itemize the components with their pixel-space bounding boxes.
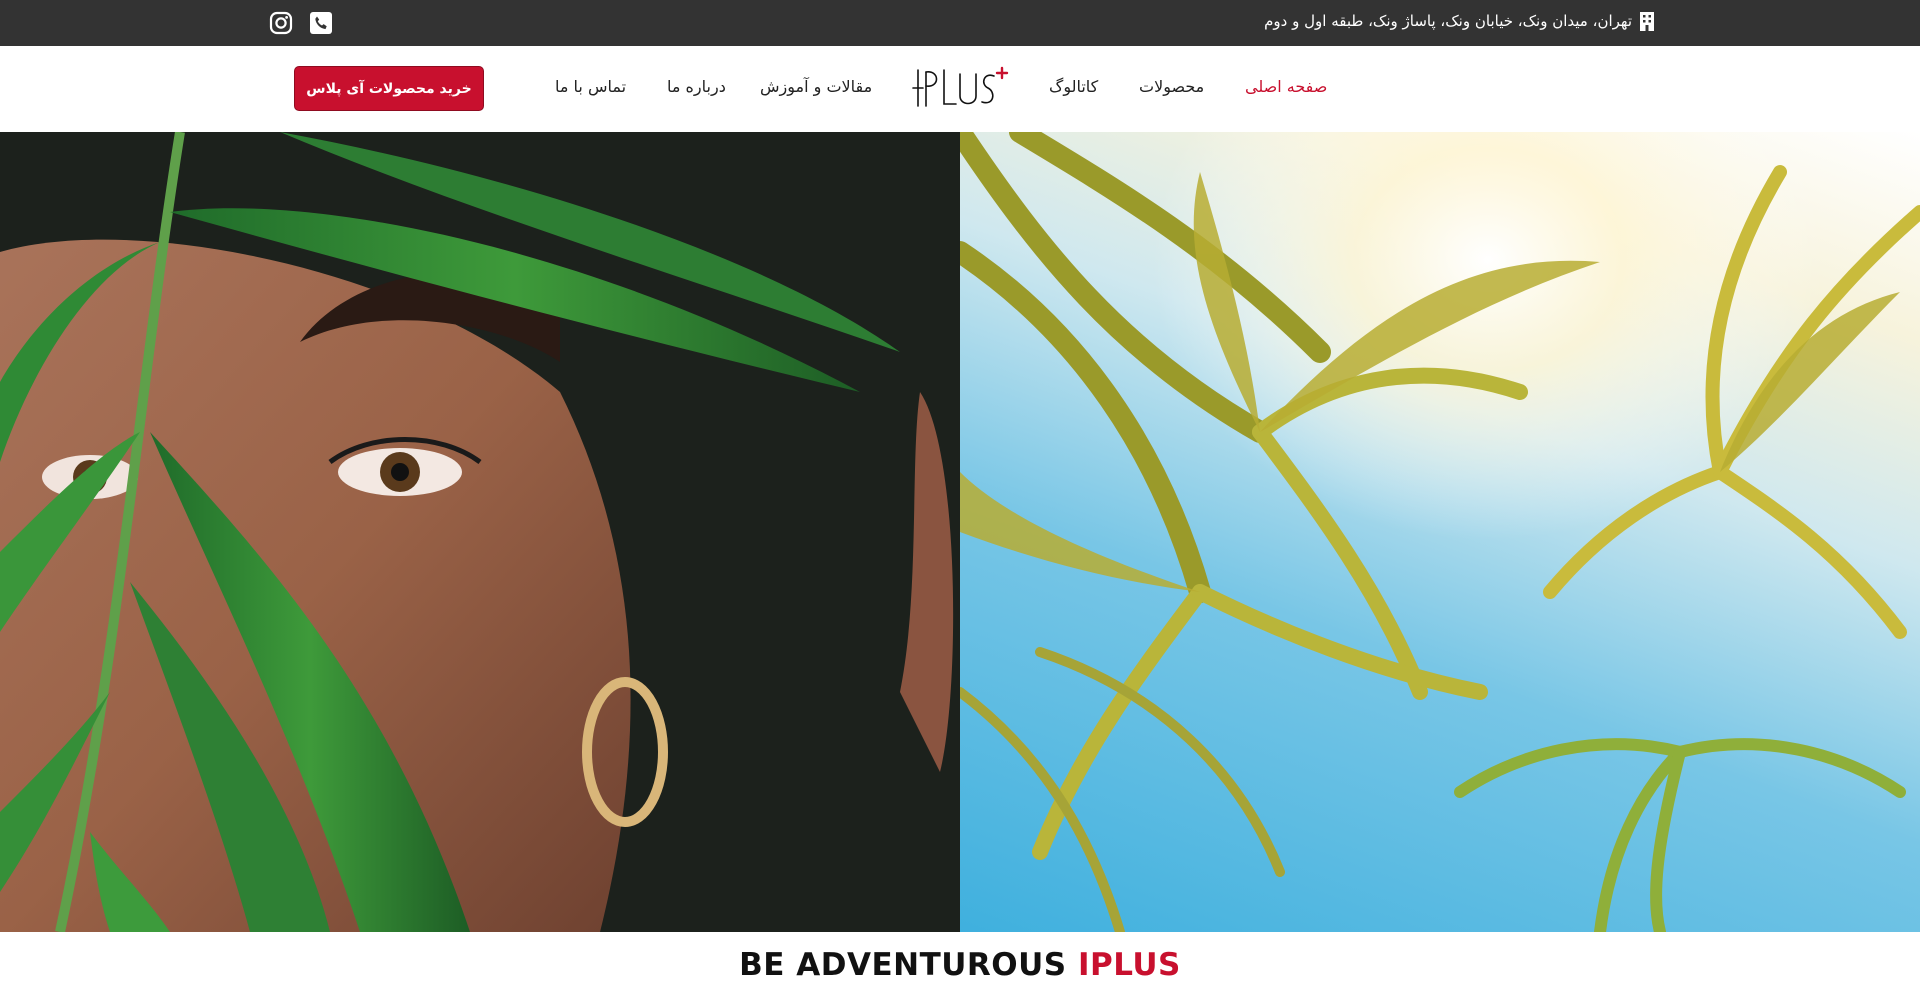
headline-brand-text: IPLUS	[1077, 947, 1181, 983]
main-navbar: خرید محصولات آی پلاس تماس با ما درباره م…	[0, 46, 1920, 132]
nav-item-products[interactable]: محصولات	[1139, 77, 1204, 96]
shop-products-button[interactable]: خرید محصولات آی پلاس	[294, 66, 484, 111]
top-info-bar: تهران، میدان ونک، خیابان ونک، پاساژ ونک،…	[0, 0, 1920, 46]
address-text: تهران، میدان ونک، خیابان ونک، پاساژ ونک،…	[1264, 12, 1632, 30]
iplus-logo[interactable]	[910, 64, 1010, 112]
nav-item-about[interactable]: درباره ما	[667, 77, 726, 96]
address-info: تهران، میدان ونک، خیابان ونک، پاساژ ونک،…	[1264, 11, 1656, 31]
headline-main-text: BE ADVENTUROUS	[739, 947, 1067, 983]
instagram-icon[interactable]	[268, 10, 294, 36]
hero-banner	[0, 132, 1920, 932]
nav-item-catalog[interactable]: کاتالوگ	[1049, 77, 1098, 96]
hero-image-woman-leaves	[0, 132, 960, 932]
social-links	[268, 10, 334, 36]
building-icon	[1640, 12, 1654, 31]
hero-image-palm-trees	[960, 132, 1920, 932]
hero-headline: BE ADVENTUROUS IPLUS	[0, 947, 1920, 983]
nav-item-articles[interactable]: مقالات و آموزش	[760, 77, 872, 96]
phone-icon[interactable]	[308, 10, 334, 36]
nav-item-contact[interactable]: تماس با ما	[555, 77, 626, 96]
nav-item-home[interactable]: صفحه اصلی	[1245, 77, 1327, 96]
